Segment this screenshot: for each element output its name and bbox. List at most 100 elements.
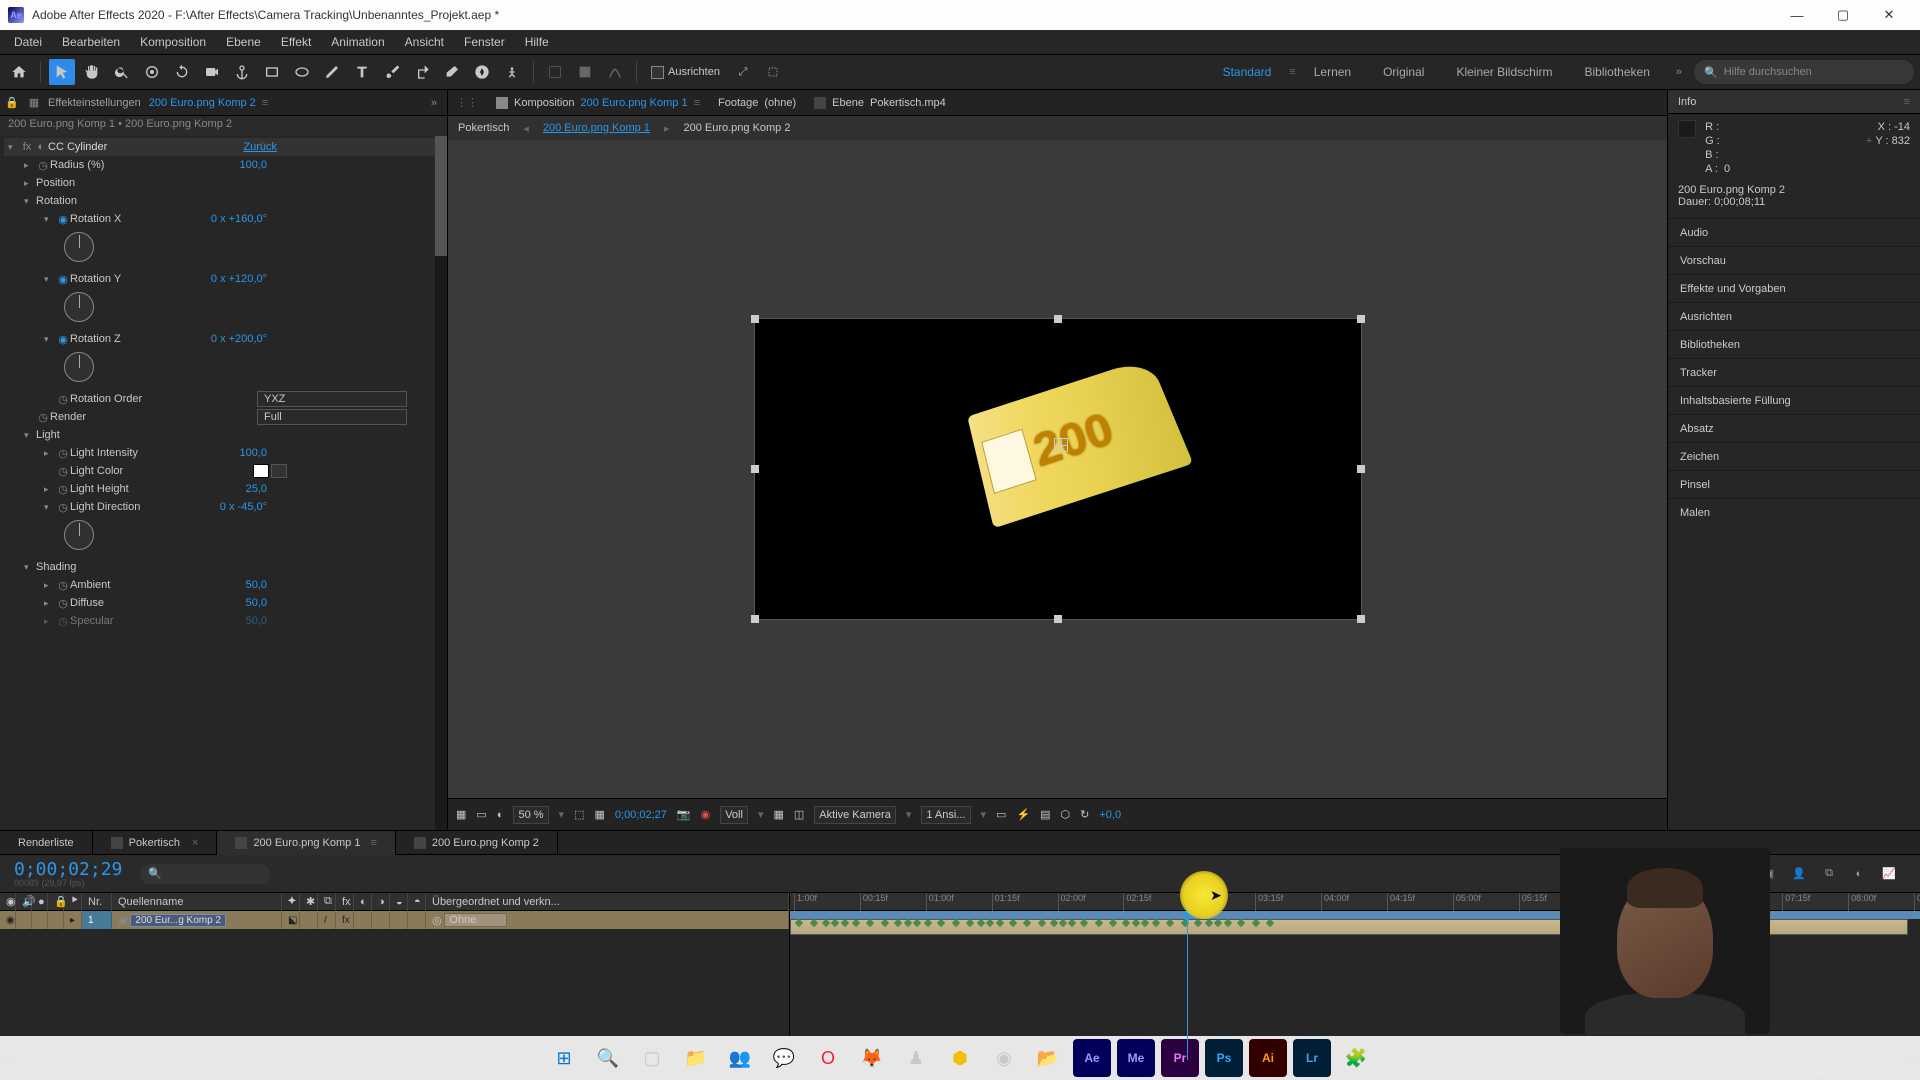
menu-komposition[interactable]: Komposition	[130, 32, 216, 52]
stopwatch-icon[interactable]: ◷	[56, 482, 70, 496]
workspace-bibliotheken[interactable]: Bibliotheken	[1570, 65, 1663, 79]
roi-icon[interactable]: ⬚	[574, 808, 584, 821]
help-search[interactable]: 🔍 Hilfe durchsuchen	[1694, 60, 1914, 84]
handle-ml[interactable]	[751, 465, 759, 473]
resolution-dropdown[interactable]: Voll	[720, 806, 748, 824]
hand-tool[interactable]	[79, 59, 105, 85]
layer-name[interactable]: 200 Eur...g Komp 2	[130, 914, 226, 927]
ruler-tick[interactable]: 05:15f	[1519, 893, 1547, 911]
grid-icon[interactable]: ▦	[594, 808, 604, 821]
side-panel-absatz[interactable]: Absatz	[1668, 414, 1920, 442]
crumb-komp2[interactable]: 200 Euro.png Komp 2	[683, 122, 790, 134]
handle-tr[interactable]	[1357, 315, 1365, 323]
snap-3d-icon[interactable]	[760, 59, 786, 85]
text-tool[interactable]	[349, 59, 375, 85]
prop-dif[interactable]: ▸◷Diffuse50,0	[4, 594, 447, 612]
snapshot-icon[interactable]: 📷	[677, 808, 691, 821]
folder-icon[interactable]: 📂	[1029, 1039, 1067, 1077]
taskview-icon[interactable]: ▢	[633, 1039, 671, 1077]
prop-render[interactable]: ◷RenderFull	[4, 408, 447, 426]
side-panel-bibliotheken[interactable]: Bibliotheken	[1668, 330, 1920, 358]
channel-icon[interactable]: ◉	[701, 808, 711, 821]
pr-taskbar-icon[interactable]: Pr	[1161, 1039, 1199, 1077]
workspace-lernen[interactable]: Lernen	[1300, 65, 1365, 79]
toggle-alpha-icon[interactable]: ◐	[497, 809, 504, 821]
crumb-komp1[interactable]: 200 Euro.png Komp 1	[543, 122, 650, 134]
explorer-icon[interactable]: 📁	[677, 1039, 715, 1077]
app-icon[interactable]: ♟	[897, 1039, 935, 1077]
clone-tool[interactable]	[409, 59, 435, 85]
ruler-tick[interactable]: 00:15f	[860, 893, 888, 911]
app2-icon[interactable]: ⬢	[941, 1039, 979, 1077]
workspace-standard[interactable]: Standard	[1209, 65, 1286, 79]
stopwatch-icon[interactable]: ◉	[56, 332, 70, 346]
prop-radius[interactable]: ▸◷Radius (%)100,0	[4, 156, 447, 174]
ruler-tick[interactable]: 04:00f	[1321, 893, 1349, 911]
anchor-point-icon[interactable]	[1054, 438, 1068, 452]
selection-tool[interactable]	[49, 59, 75, 85]
menu-datei[interactable]: Datei	[4, 32, 52, 52]
workspace-kleiner[interactable]: Kleiner Bildschirm	[1442, 65, 1566, 79]
side-panel-malen[interactable]: Malen	[1668, 498, 1920, 526]
close-button[interactable]: ✕	[1866, 0, 1912, 30]
prop-position[interactable]: ▸Position	[4, 174, 447, 192]
tab-komp2[interactable]: 200 Euro.png Komp 2	[396, 831, 558, 855]
prop-amb[interactable]: ▸◷Ambient50,0	[4, 576, 447, 594]
fx-toggle-icon[interactable]: fx	[20, 140, 34, 154]
prop-rotz[interactable]: ▾◉Rotation Z0 x +200,0°	[4, 330, 447, 348]
effect-tab-label[interactable]: Effekteinstellungen	[48, 97, 141, 109]
layer-row-1[interactable]: ◉ ▸ 1 ▣200 Eur...g Komp 2 ⬕ / fx ◎ Ohne	[0, 911, 789, 929]
tab-komposition[interactable]: Komposition200 Euro.png Komp 1≡	[496, 97, 700, 109]
ruler-tick[interactable]: 08:00f	[1848, 893, 1876, 911]
tab-renderliste[interactable]: Renderliste	[0, 831, 93, 855]
camera-tool[interactable]	[199, 59, 225, 85]
me-taskbar-icon[interactable]: Me	[1117, 1039, 1155, 1077]
tab-footage[interactable]: Footage(ohne)	[718, 97, 796, 109]
menu-bearbeiten[interactable]: Bearbeiten	[52, 32, 130, 52]
opera-icon[interactable]: O	[809, 1039, 847, 1077]
ae-taskbar-icon[interactable]: Ae	[1073, 1039, 1111, 1077]
crumb-fwd-icon[interactable]: ▸	[664, 122, 670, 135]
stopwatch-icon[interactable]: ◷	[56, 596, 70, 610]
3d-view-icon[interactable]: ◫	[794, 808, 804, 821]
brush-tool[interactable]	[379, 59, 405, 85]
side-panel-vorschau[interactable]: Vorschau	[1668, 246, 1920, 274]
current-timecode[interactable]: 0;00;02;29	[0, 859, 136, 880]
mask-mode-icon[interactable]	[542, 59, 568, 85]
graph-icon[interactable]: 📈	[1878, 863, 1900, 885]
stopwatch-icon[interactable]: ◷	[56, 578, 70, 592]
frameblend-icon[interactable]: ⧉	[1818, 863, 1840, 885]
prop-light[interactable]: ▾Light	[4, 426, 447, 444]
ruler-tick[interactable]: 02:15f	[1123, 893, 1151, 911]
prop-roty[interactable]: ▾◉Rotation Y0 x +120,0°	[4, 270, 447, 288]
shape-mode-icon[interactable]	[572, 59, 598, 85]
side-panel-zeichen[interactable]: Zeichen	[1668, 442, 1920, 470]
ruler-tick[interactable]: 07:15f	[1782, 893, 1810, 911]
comp-canvas[interactable]: 200	[754, 318, 1362, 620]
mask-icon[interactable]: ▭	[476, 808, 486, 821]
pickwhip-icon[interactable]: ◎	[432, 914, 442, 927]
prop-lcol[interactable]: ◷Light Color	[4, 462, 447, 480]
alpha-icon[interactable]: ▦	[456, 808, 466, 821]
stopwatch-icon[interactable]: ◉	[56, 272, 70, 286]
views-dropdown[interactable]: 1 Ansi...	[921, 806, 970, 824]
start-button[interactable]: ⊞	[545, 1039, 583, 1077]
handle-mr[interactable]	[1357, 465, 1365, 473]
maximize-button[interactable]: ▢	[1820, 0, 1866, 30]
ruler-tick[interactable]: 03:15f	[1255, 893, 1283, 911]
stopwatch-icon[interactable]: ◷	[56, 446, 70, 460]
stopwatch-icon[interactable]: ◷	[56, 464, 70, 478]
minimize-button[interactable]: ―	[1774, 0, 1820, 30]
stopwatch-icon[interactable]: ◷	[56, 500, 70, 514]
stopwatch-icon[interactable]: ◷	[36, 158, 50, 172]
exposure-value[interactable]: +0,0	[1099, 809, 1121, 821]
firefox-icon[interactable]: 🦊	[853, 1039, 891, 1077]
snap-checkbox[interactable]: Ausrichten	[645, 66, 726, 79]
col-shy-icon[interactable]: ⯌	[282, 893, 300, 911]
panel-menu-icon[interactable]: ≡	[1904, 96, 1910, 108]
lr-taskbar-icon[interactable]: Lr	[1293, 1039, 1331, 1077]
scrollbar-thumb[interactable]	[435, 136, 447, 256]
workspace-overflow[interactable]: »	[1668, 66, 1690, 78]
crumb-pokertisch[interactable]: Pokertisch	[458, 122, 509, 134]
magnification-dropdown[interactable]: 50 %	[513, 806, 548, 824]
